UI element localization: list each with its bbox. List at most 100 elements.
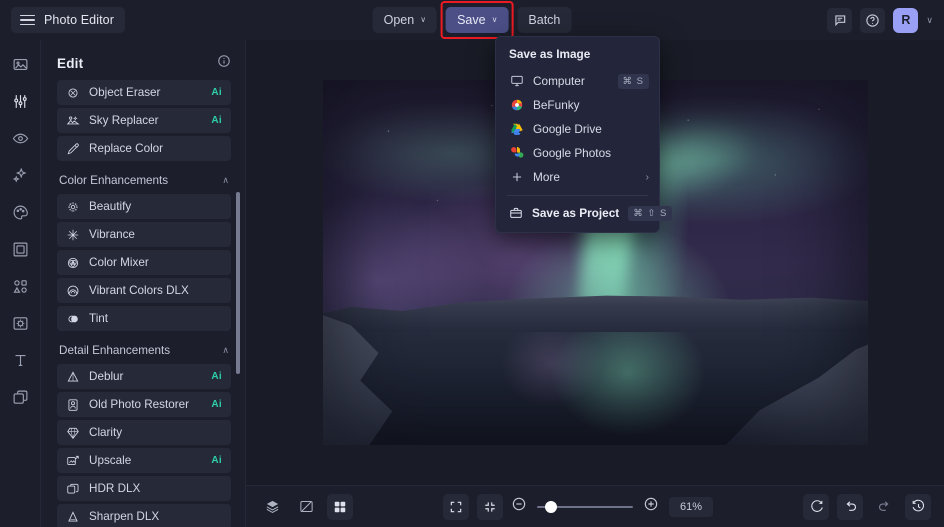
rail-item-edit[interactable]: [6, 89, 34, 113]
ai-badge: Ai: [211, 87, 222, 98]
fit-screen-button[interactable]: [443, 493, 469, 520]
zoom-out-button[interactable]: [511, 496, 527, 517]
panel-title: Edit: [57, 56, 84, 71]
info-icon: [218, 55, 230, 67]
briefcase-icon: [509, 206, 523, 220]
rail-item-artsy[interactable]: [6, 200, 34, 224]
tool-item-sharpen-dlx[interactable]: Sharpen DLX: [57, 504, 231, 527]
comment-icon: [835, 15, 846, 27]
grid-button[interactable]: [327, 493, 353, 520]
rail-item-layers[interactable]: [6, 385, 34, 409]
redo-button[interactable]: [871, 494, 897, 520]
app-menu-button[interactable]: Photo Editor: [11, 7, 125, 33]
rail-item-text[interactable]: [6, 348, 34, 372]
tool-item-tint[interactable]: Tint: [57, 306, 231, 331]
rail-item-graphics[interactable]: [6, 274, 34, 298]
tool-item-label: HDR DLX: [89, 482, 141, 495]
chevron-down-icon[interactable]: ∨: [926, 15, 933, 26]
undo-button[interactable]: [837, 493, 863, 520]
save-to-google-photos-item[interactable]: Google Photos: [496, 141, 659, 165]
rail-item-retouch[interactable]: [6, 126, 34, 150]
tool-item-replace-color[interactable]: Replace Color: [57, 136, 231, 161]
batch-button[interactable]: Batch: [517, 7, 572, 33]
layers-panel-button[interactable]: [259, 494, 285, 520]
compare-button[interactable]: [293, 494, 319, 520]
tool-item-old-photo-restorer[interactable]: Old Photo Restorer Ai: [57, 392, 231, 417]
panel-header: Edit: [41, 47, 245, 80]
tool-item-upscale[interactable]: Upscale Ai: [57, 448, 231, 473]
sparkles-icon: [12, 167, 27, 183]
save-more-label: More: [533, 170, 560, 184]
save-more-item[interactable]: More ›: [496, 165, 659, 189]
ai-badge: Ai: [211, 455, 222, 466]
tool-item-color-mixer[interactable]: Color Mixer: [57, 250, 231, 275]
rail-item-frames[interactable]: [6, 237, 34, 261]
tool-item-deblur[interactable]: Deblur Ai: [57, 364, 231, 389]
old-photo-restorer-icon: [68, 398, 78, 411]
photo-editor-app: Photo Editor Open ∨ Save ∨ Batch R ∨ Edi…: [0, 0, 944, 527]
tool-item-beautify[interactable]: Beautify: [57, 194, 231, 219]
app-title: Photo Editor: [44, 13, 114, 27]
actual-size-button[interactable]: [477, 493, 503, 520]
tool-item-vibrant-colors-dlx[interactable]: Vibrant Colors DLX: [57, 278, 231, 303]
frame-icon: [13, 242, 27, 256]
tool-item-clarity[interactable]: Clarity: [57, 420, 231, 445]
tool-item-label: Color Mixer: [89, 256, 149, 269]
history-button[interactable]: [905, 493, 931, 520]
save-dropdown-menu[interactable]: Save as Image Computer ⌘ S BeFunky Googl…: [495, 36, 673, 233]
save-as-project-item[interactable]: Save as Project ⌘ ⇧ S: [496, 201, 673, 225]
eyedropper-icon: [67, 142, 79, 154]
help-button[interactable]: [860, 7, 886, 33]
ai-badge: Ai: [211, 371, 222, 382]
object-eraser-icon: [68, 87, 78, 98]
google-photos-icon: [509, 146, 524, 160]
rail-item-textures[interactable]: [6, 311, 34, 335]
save-to-befunky-label: BeFunky: [533, 98, 580, 112]
zoom-slider-handle[interactable]: [544, 500, 557, 513]
info-button[interactable]: [217, 54, 231, 73]
save-button[interactable]: Save ∨: [446, 7, 509, 33]
workspace: Edit Object Eraser Ai Sky Replacer Ai Replac…: [0, 40, 944, 527]
avatar[interactable]: R: [893, 7, 919, 33]
help-circle-icon: [866, 13, 880, 27]
account-actions: R ∨: [827, 7, 933, 33]
tool-item-vibrance[interactable]: Vibrance: [57, 222, 231, 247]
feedback-button[interactable]: [827, 7, 853, 33]
zoom-controls: 61%: [511, 496, 713, 517]
save-to-befunky-item[interactable]: BeFunky: [496, 93, 659, 117]
save-to-google-drive-item[interactable]: Google Drive: [496, 117, 659, 141]
open-button[interactable]: Open ∨: [372, 7, 438, 33]
zoom-level-value[interactable]: 61%: [669, 496, 713, 517]
tool-item-object-eraser[interactable]: Object Eraser Ai: [57, 80, 231, 105]
chevron-up-icon: ∧: [222, 175, 229, 185]
chevron-up-icon: ∧: [222, 345, 229, 355]
grid-icon: [334, 501, 346, 512]
rail-item-effects[interactable]: [6, 163, 34, 187]
save-to-computer-item[interactable]: Computer ⌘ S: [496, 69, 659, 93]
tool-item-label: Deblur: [89, 370, 124, 383]
redo-arrow-icon: [878, 501, 888, 511]
reset-button[interactable]: [803, 493, 829, 520]
upscale-icon: [67, 455, 79, 465]
expand-frame-icon: [450, 501, 462, 512]
group-header-color-enhancements[interactable]: Color Enhancements ∧: [57, 164, 231, 194]
zoom-in-button[interactable]: [643, 496, 659, 517]
top-toolbar: Photo Editor Open ∨ Save ∨ Batch R ∨: [0, 0, 944, 40]
group-title: Detail Enhancements: [59, 344, 171, 357]
group-header-detail-enhancements[interactable]: Detail Enhancements ∧: [57, 334, 231, 364]
chevron-right-icon: ›: [645, 171, 649, 183]
text-icon: [15, 354, 25, 366]
tool-item-sky-replacer[interactable]: Sky Replacer Ai: [57, 108, 231, 133]
tool-item-hdr-dlx[interactable]: HDR DLX: [57, 476, 231, 501]
stack-icon: [266, 500, 278, 514]
tool-item-label: Clarity: [89, 426, 123, 439]
photo-icon: [13, 58, 27, 70]
zoom-slider[interactable]: [537, 500, 633, 514]
panel-scrollbar[interactable]: [236, 192, 240, 374]
rail-item-photo[interactable]: [6, 52, 34, 76]
tool-list[interactable]: Object Eraser Ai Sky Replacer Ai Replace Col…: [41, 80, 245, 527]
undo-arrow-icon: [846, 501, 856, 511]
compare-icon: [299, 501, 313, 512]
save-as-project-label: Save as Project: [532, 206, 620, 220]
tool-item-label: Upscale: [89, 454, 132, 467]
